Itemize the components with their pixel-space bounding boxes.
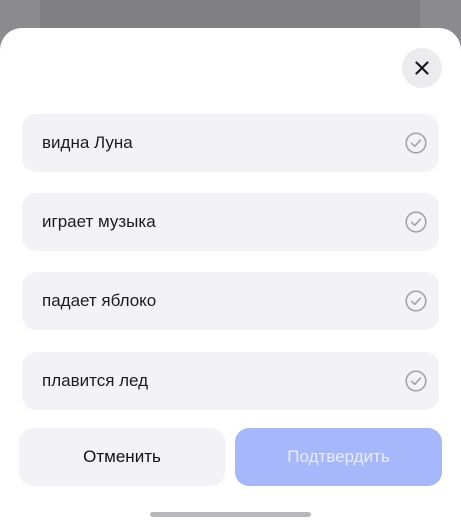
option-item[interactable]: плавится лед xyxy=(22,352,439,410)
option-label: играет музыка xyxy=(42,212,156,231)
option-item[interactable]: играет музыка xyxy=(22,193,439,251)
close-button[interactable] xyxy=(402,48,442,88)
option-label: видна Луна xyxy=(42,133,133,152)
check-circle-icon xyxy=(405,290,427,312)
check-circle-icon xyxy=(405,370,427,392)
option-item[interactable]: падает яблоко xyxy=(22,272,439,330)
option-item[interactable]: видна Луна xyxy=(22,114,439,172)
check-circle-icon xyxy=(405,211,427,233)
confirm-button[interactable]: Подтвердить xyxy=(235,428,442,486)
bottom-sheet: видна Луна играет музыка падает яблоко п… xyxy=(0,28,461,524)
option-label: плавится лед xyxy=(42,371,149,390)
option-label: падает яблоко xyxy=(42,291,157,310)
cancel-button[interactable]: Отменить xyxy=(19,428,225,486)
check-circle-icon xyxy=(405,132,427,154)
close-icon xyxy=(415,61,429,75)
home-indicator xyxy=(150,512,311,517)
